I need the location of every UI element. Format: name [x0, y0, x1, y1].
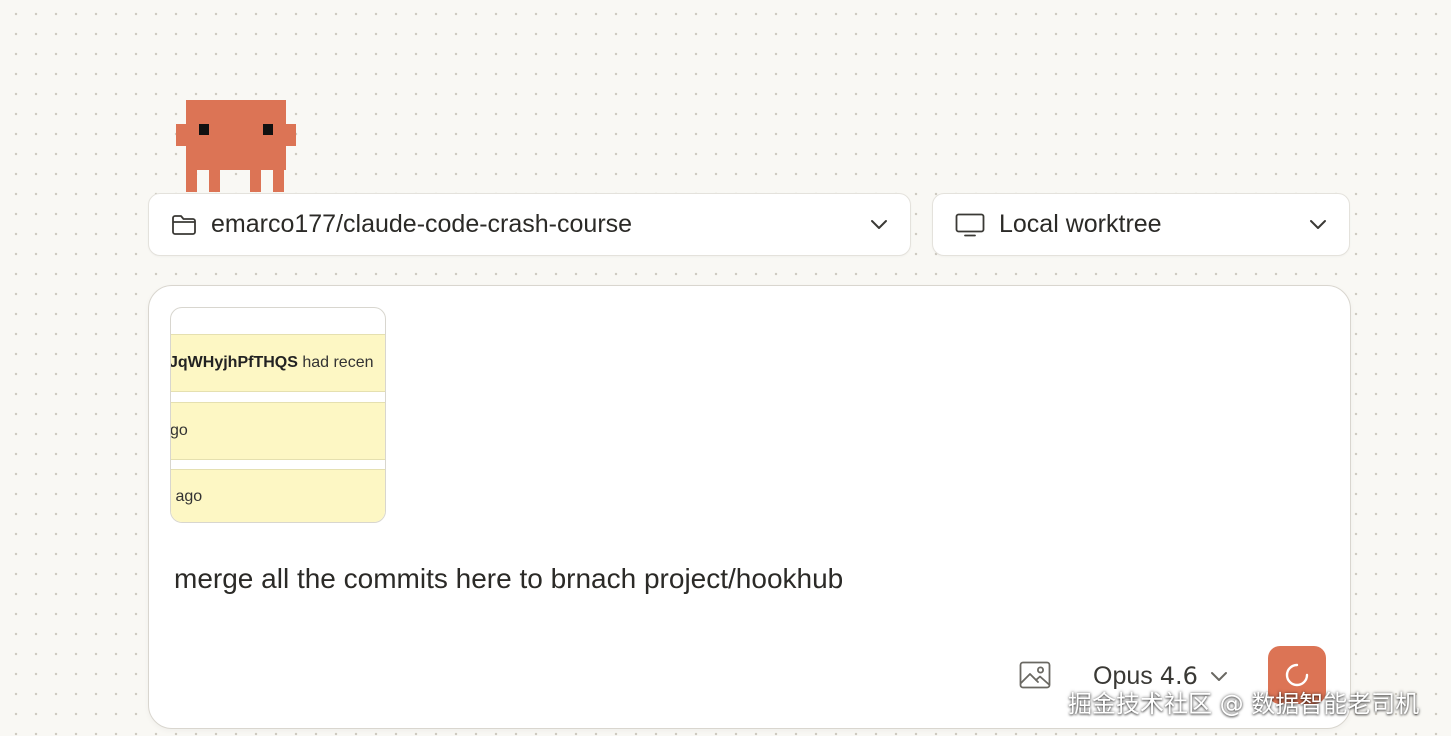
repo-selector-label: emarco177/claude-code-crash-course — [211, 210, 633, 238]
attachment-row-text: ago — [171, 487, 203, 505]
prompt-input[interactable]: merge all the commits here to brnach pro… — [174, 563, 843, 595]
watermark: 掘金技术社区 @ 数据智能老司机 — [1068, 690, 1420, 718]
image-attachment-thumbnail[interactable]: JqWHyjhPfTHQS had recen go ago — [170, 307, 386, 523]
chevron-down-icon — [1210, 671, 1228, 682]
attachment-row: ago — [171, 469, 385, 522]
attachment-row-id: JqWHyjhPfTHQS — [170, 354, 298, 371]
chevron-down-icon — [870, 219, 888, 230]
attachment-row: JqWHyjhPfTHQS had recen — [171, 334, 385, 392]
monitor-icon — [955, 213, 985, 237]
repo-selector[interactable]: emarco177/claude-code-crash-course — [148, 193, 911, 256]
worktree-selector[interactable]: Local worktree — [932, 193, 1350, 256]
prompt-composer: JqWHyjhPfTHQS had recen go ago merge all… — [148, 285, 1351, 729]
pixel-crab-mascot-icon — [176, 100, 296, 192]
worktree-selector-label: Local worktree — [999, 210, 1162, 238]
attachment-row: go — [171, 402, 385, 460]
attachment-row-text: go — [170, 422, 188, 439]
chevron-down-icon — [1309, 219, 1327, 230]
image-icon[interactable] — [1019, 661, 1051, 689]
attachment-row-text: had recen — [297, 354, 374, 371]
folder-icon — [171, 214, 197, 236]
